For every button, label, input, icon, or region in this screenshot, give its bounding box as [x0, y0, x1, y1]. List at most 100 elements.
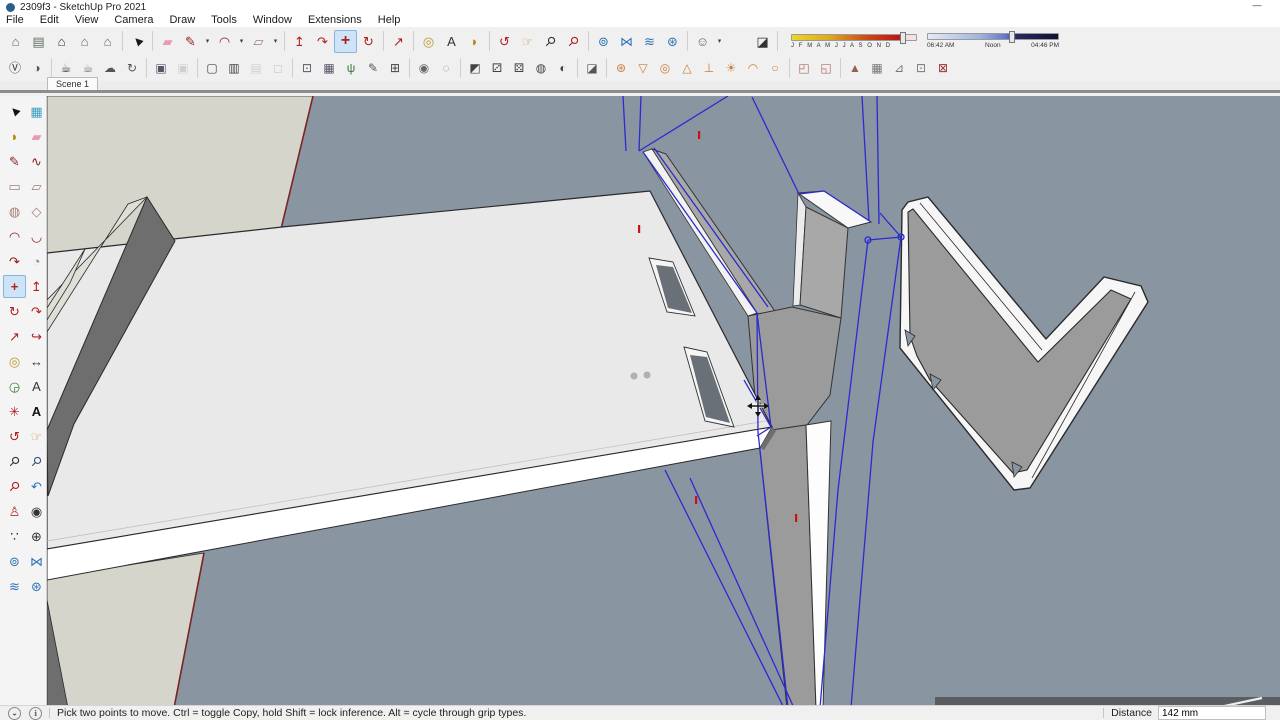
layers-blue-icon[interactable]: ≋: [638, 30, 661, 53]
menu-view[interactable]: View: [67, 14, 107, 27]
paint-bucket-icon[interactable]: ◗: [463, 30, 486, 53]
push-pull-tool-icon[interactable]: ↥: [288, 30, 311, 53]
view-box-icon[interactable]: ▤: [27, 30, 50, 53]
view-house-iso-icon[interactable]: ⌂: [4, 30, 27, 53]
account-icon[interactable]: ☺: [691, 30, 714, 53]
proxy-import-icon[interactable]: ◰: [793, 57, 815, 79]
eraser-tool-icon[interactable]: ▰: [25, 125, 48, 148]
minimize-button[interactable]: —: [1248, 0, 1266, 10]
directional-light-icon[interactable]: △: [676, 57, 698, 79]
shadow-time-slider[interactable]: 06:42 AM Noon 04:46 PM: [927, 31, 1059, 49]
position-camera-icon[interactable]: ♙: [3, 500, 26, 523]
fur-icon[interactable]: ψ: [340, 57, 362, 79]
clipper-icon[interactable]: ✎: [362, 57, 384, 79]
line-tool-icon[interactable]: ✎: [3, 150, 26, 173]
ies-light-icon[interactable]: ⊥: [698, 57, 720, 79]
rectangle-tool-icon[interactable]: ▭: [3, 175, 26, 198]
smoove-icon[interactable]: ⊿: [888, 57, 910, 79]
rotate-tool-icon[interactable]: ↻: [3, 300, 26, 323]
batch-render-icon[interactable]: ▥: [223, 57, 245, 79]
shadow-date-slider[interactable]: J F M A M J J A S O N D: [791, 31, 917, 49]
circle-tool-icon[interactable]: ◍: [3, 200, 26, 223]
scale-tool-icon[interactable]: ↗: [387, 30, 410, 53]
mesh-blue-icon[interactable]: ⊛: [25, 575, 48, 598]
text-tool-icon[interactable]: A: [25, 375, 48, 398]
interactive-render-icon[interactable]: ☕: [77, 57, 99, 79]
shadow-time-handle[interactable]: [1008, 31, 1015, 43]
mesh-blue-icon[interactable]: ⊛: [661, 30, 684, 53]
sun-light-icon[interactable]: ☀: [720, 57, 742, 79]
view-house-front-icon[interactable]: ⌂: [73, 30, 96, 53]
flip-edge-icon[interactable]: ⊠: [932, 57, 954, 79]
swarm-render-icon[interactable]: ↻: [121, 57, 143, 79]
protractor-tool-icon[interactable]: ◶: [3, 375, 26, 398]
sphere-light-icon[interactable]: ○: [764, 57, 786, 79]
rotate-tool-icon[interactable]: ↻: [357, 30, 380, 53]
view-home-icon[interactable]: ⌂: [50, 30, 73, 53]
frame-buffer-icon[interactable]: ▢: [201, 57, 223, 79]
stamp-icon[interactable]: ⊡: [910, 57, 932, 79]
shadow-time-track[interactable]: [927, 31, 1059, 43]
multimatte-icon[interactable]: ⚄: [508, 57, 530, 79]
look-around-icon[interactable]: ◉: [25, 500, 48, 523]
section-plane-icon[interactable]: ⊕: [25, 525, 48, 548]
displacement-icon[interactable]: ▦: [318, 57, 340, 79]
menu-extensions[interactable]: Extensions: [300, 14, 370, 27]
pie-tool-icon[interactable]: ◔: [25, 250, 48, 273]
walk-tool-icon[interactable]: ∵: [3, 525, 26, 548]
trimble-scan-icon[interactable]: ⋈: [25, 550, 48, 573]
pan-tool-icon[interactable]: ☞: [25, 425, 48, 448]
shadows-toggle-icon[interactable]: ◪: [751, 30, 774, 53]
scan-essentials-icon[interactable]: ⊚: [3, 550, 26, 573]
paint-bucket-icon[interactable]: ◗: [3, 125, 26, 148]
sandbox-from-scratch-icon[interactable]: ▦: [866, 57, 888, 79]
omni-light-icon[interactable]: ◎: [654, 57, 676, 79]
line-tool-icon[interactable]: ✎: [179, 30, 202, 53]
menu-edit[interactable]: Edit: [32, 14, 67, 27]
orbit-tool-icon[interactable]: ↺: [3, 425, 26, 448]
follow-me-tool-icon[interactable]: ↷: [311, 30, 334, 53]
two-point-arc-icon[interactable]: ◡: [25, 225, 48, 248]
layers-blue-icon[interactable]: ≋: [3, 575, 26, 598]
offset-tool-icon[interactable]: ↪: [25, 325, 48, 348]
dome-light-icon[interactable]: ◠: [742, 57, 764, 79]
select-tool-icon[interactable]: ►: [121, 25, 154, 58]
trimble-scan-icon[interactable]: ⋈: [615, 30, 638, 53]
proxy-export-icon[interactable]: ◱: [815, 57, 837, 79]
eraser-tool-icon[interactable]: ▰: [156, 30, 179, 53]
cloud-render-icon[interactable]: ☁: [99, 57, 121, 79]
arc-tool-icon[interactable]: ◠: [3, 225, 26, 248]
checker-sphere-icon[interactable]: ◍: [530, 57, 552, 79]
three-point-arc-icon[interactable]: ↷: [3, 250, 26, 273]
orbit-tool-icon[interactable]: ↺: [493, 30, 516, 53]
account-dropdown-icon[interactable]: ▾: [714, 30, 725, 53]
rectangle-tool-icon[interactable]: ▱: [247, 30, 270, 53]
rectangle-dropdown-icon[interactable]: ▾: [270, 30, 281, 53]
viewport-render-icon[interactable]: ▣: [150, 57, 172, 79]
follow-me-tool-icon[interactable]: ↷: [25, 300, 48, 323]
light-gen-icon[interactable]: ⊛: [610, 57, 632, 79]
arc-dropdown-icon[interactable]: ▾: [236, 30, 247, 53]
menu-tools[interactable]: Tools: [203, 14, 245, 27]
vray-mesh-icon[interactable]: ⊞: [384, 57, 406, 79]
half-sphere-icon[interactable]: ◐: [552, 57, 574, 79]
dimension-tool-icon[interactable]: ↔: [25, 350, 48, 373]
view-house-wide-icon[interactable]: ⌂: [96, 30, 119, 53]
menu-file[interactable]: File: [0, 14, 32, 27]
move-tool-icon[interactable]: +: [3, 275, 26, 298]
cube-pick-icon[interactable]: ◪: [581, 57, 603, 79]
render-icon[interactable]: ☕: [55, 57, 77, 79]
text-tool-icon[interactable]: A: [440, 30, 463, 53]
scale-tool-icon[interactable]: ↗: [3, 325, 26, 348]
menu-help[interactable]: Help: [370, 14, 409, 27]
push-pull-tool-icon[interactable]: ↥: [25, 275, 48, 298]
material-id-icon[interactable]: ◩: [464, 57, 486, 79]
tape-measure-icon[interactable]: ◎: [3, 350, 26, 373]
menu-window[interactable]: Window: [245, 14, 300, 27]
arc-tool-icon[interactable]: ◠: [213, 30, 236, 53]
menu-draw[interactable]: Draw: [161, 14, 203, 27]
line-dropdown-icon[interactable]: ▾: [202, 30, 213, 53]
tape-measure-icon[interactable]: ◎: [417, 30, 440, 53]
menu-camera[interactable]: Camera: [106, 14, 161, 27]
sandbox-from-contours-icon[interactable]: ▲: [844, 57, 866, 79]
